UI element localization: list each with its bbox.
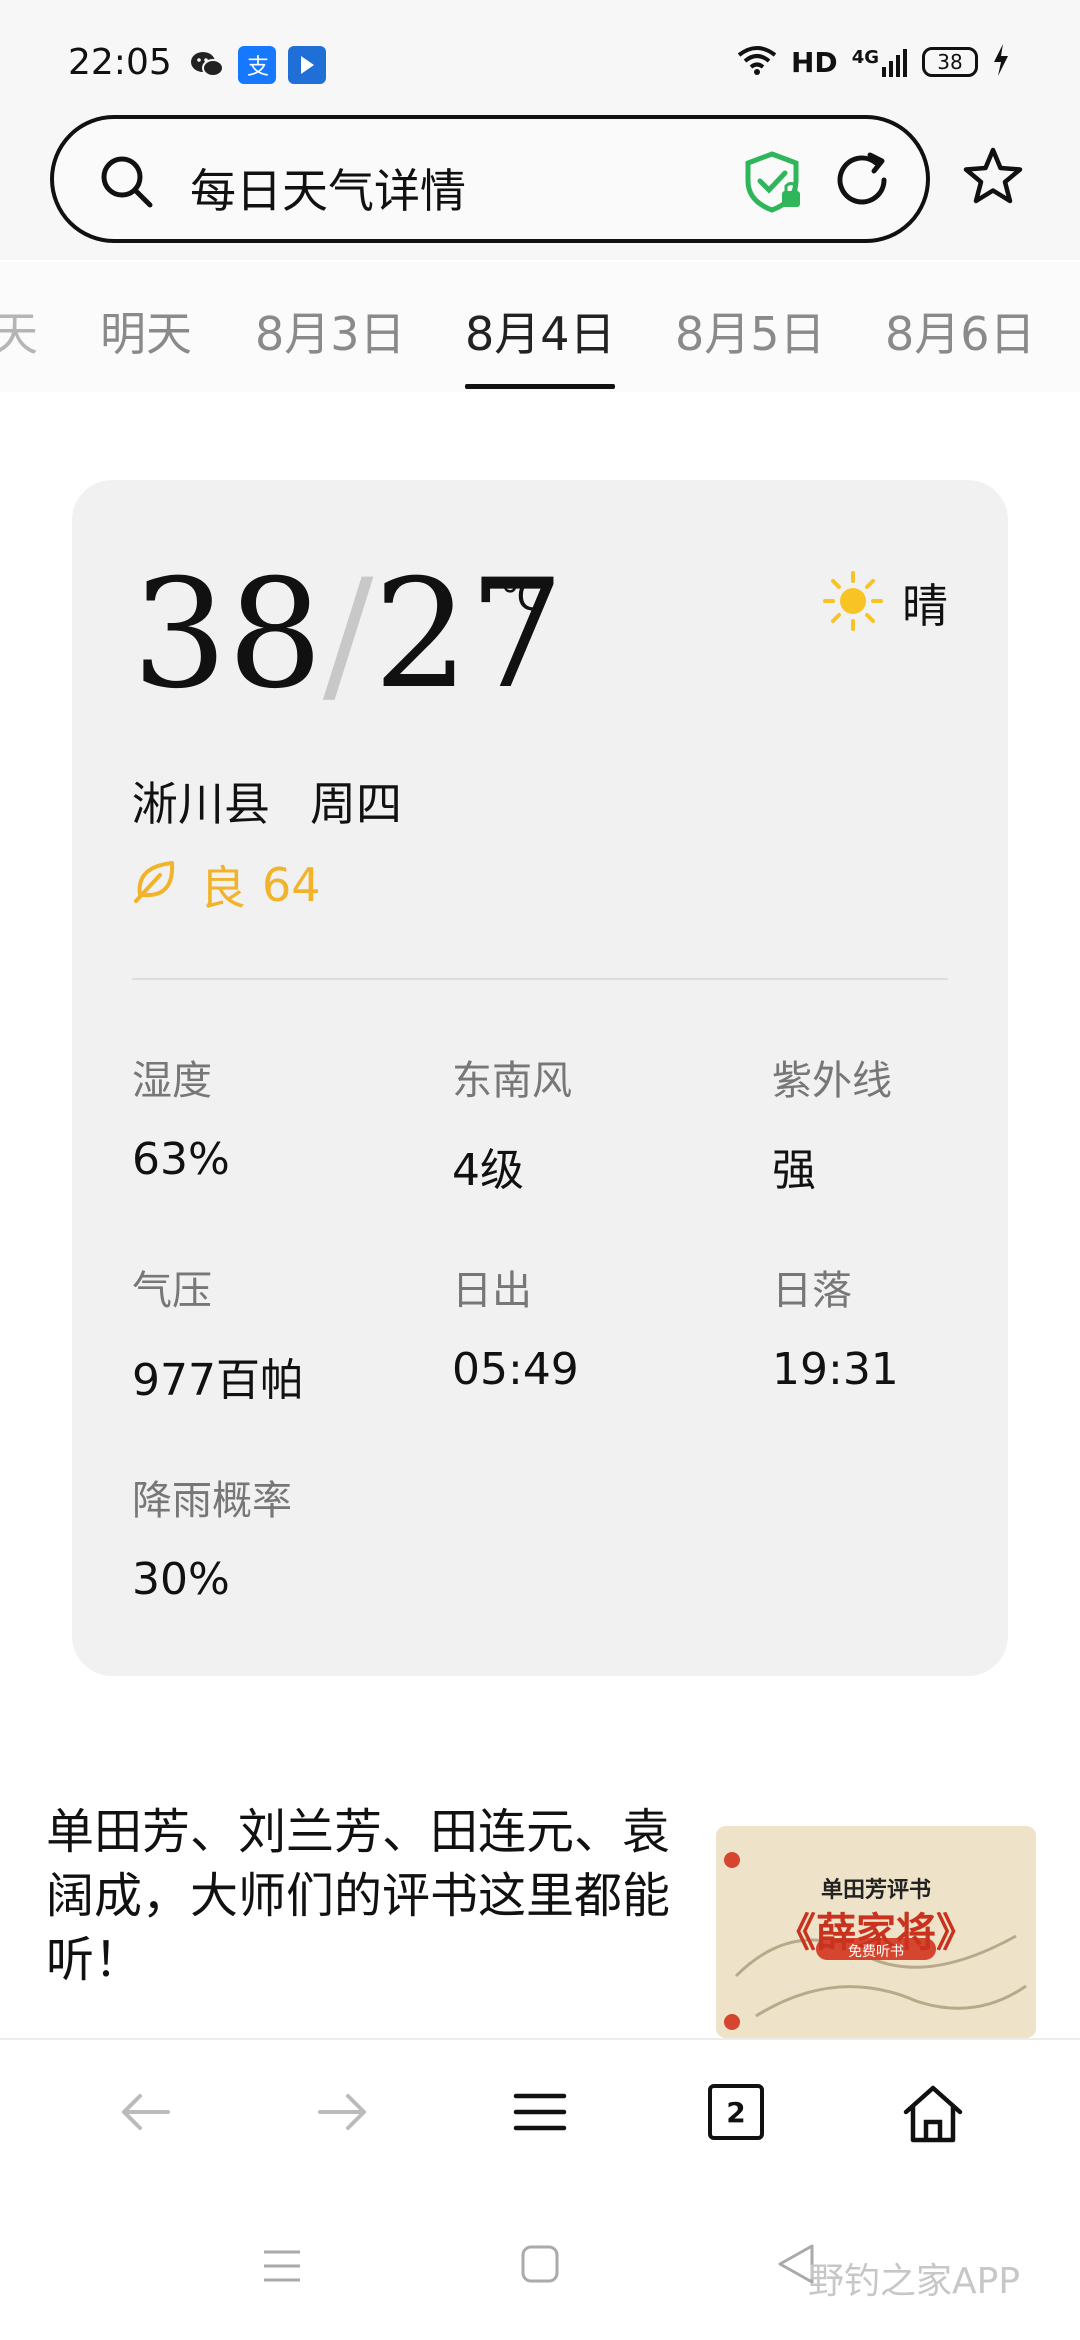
metric-value: 30% — [132, 1554, 230, 1605]
alipay-icon: 支 — [238, 46, 276, 84]
metric-humidity: 湿度 63% — [132, 1048, 432, 1185]
tab-aug-6[interactable]: 8月6日 — [885, 298, 1036, 364]
metric-sunrise: 日出 05:49 — [452, 1258, 752, 1395]
metric-value: 19:31 — [772, 1344, 899, 1395]
tab-aug-3[interactable]: 8月3日 — [255, 298, 406, 364]
metric-value: 977百帕 — [132, 1355, 304, 1406]
search-input[interactable]: 每日天气详情 — [50, 115, 930, 243]
tab-aug-4[interactable]: 8月4日 — [465, 298, 616, 364]
battery-level: 38 — [937, 50, 963, 74]
metric-value: 63% — [132, 1134, 230, 1185]
home-icon[interactable] — [902, 2084, 964, 2148]
wifi-icon — [737, 45, 777, 79]
tab-aug-5[interactable]: 8月5日 — [675, 298, 826, 364]
refresh-icon[interactable] — [834, 149, 894, 215]
air-quality[interactable]: 良 64 — [132, 852, 321, 918]
location-line: 淅川县 周四 — [132, 768, 402, 834]
status-bar: 22:05 支 HD 4G 38 — [0, 0, 1080, 110]
tab-tomorrow[interactable]: 明天 — [100, 298, 192, 364]
sun-icon — [822, 570, 884, 636]
news-headline[interactable]: 单田芳、刘兰芳、田连元、袁阔成，大师们的评书这里都能听！ — [46, 1800, 686, 1992]
browser-toolbar: 2 — [0, 2038, 1080, 2188]
metric-value: 05:49 — [452, 1344, 579, 1395]
svg-text:支: 支 — [247, 55, 269, 80]
metric-uv: 紫外线 强 — [772, 1048, 1072, 1198]
metric-label: 日出 — [452, 1268, 532, 1314]
temp-high: 38 — [132, 548, 323, 722]
address-bar-area: 每日天气详情 — [0, 110, 1080, 260]
shield-icon[interactable] — [744, 151, 804, 217]
weekday: 周四 — [310, 777, 402, 831]
metric-label: 紫外线 — [772, 1058, 892, 1104]
metric-sunset: 日落 19:31 — [772, 1258, 1072, 1395]
charging-icon — [992, 44, 1010, 80]
watermark-text: 野钓之家APP — [808, 2261, 1021, 2302]
recent-apps-icon[interactable] — [262, 2248, 302, 2288]
thumb-badge: 免费听书 — [848, 1944, 904, 1960]
cellular-label: 4G — [851, 47, 879, 68]
star-icon[interactable] — [962, 146, 1024, 210]
weather-card: 38/27 ℃ 晴 淅川县 周四 良 64 湿度 63% 东南风 4级 紫外线 … — [72, 480, 1008, 1676]
weather-condition: 晴 — [822, 570, 948, 636]
metric-label: 降雨概率 — [132, 1478, 292, 1524]
battery-icon: 38 — [922, 47, 978, 77]
leaf-icon — [132, 857, 178, 914]
system-navigation: 野钓之家APP — [0, 2190, 1080, 2340]
metric-label: 东南风 — [452, 1058, 572, 1104]
aqi-label: 良 — [200, 861, 246, 915]
search-query[interactable]: 每日天气详情 — [190, 155, 466, 221]
temp-separator: / — [322, 548, 374, 722]
news-thumbnail[interactable]: 单田芳评书 《薛家将》 免费听书 — [716, 1826, 1036, 2038]
forward-icon[interactable] — [314, 2084, 370, 2144]
status-indicators: HD 4G 38 — [737, 44, 1010, 80]
card-divider — [132, 978, 948, 980]
metric-label: 气压 — [132, 1268, 212, 1314]
status-time: 22:05 — [68, 42, 172, 83]
metric-label: 日落 — [772, 1268, 852, 1314]
home-nav-icon[interactable] — [520, 2244, 560, 2288]
signal-icon: 4G — [852, 47, 908, 77]
metric-rain-chance: 降雨概率 30% — [132, 1468, 432, 1605]
metric-value: 4级 — [452, 1145, 524, 1196]
date-tabs: 天 明天 8月3日 8月4日 8月5日 8月6日 — [0, 262, 1080, 392]
temp-unit: ℃ — [500, 574, 545, 620]
metric-pressure: 气压 977百帕 — [132, 1258, 432, 1408]
wechat-icon — [188, 46, 226, 84]
back-icon[interactable] — [118, 2084, 174, 2144]
status-app-icons: 支 — [188, 46, 326, 84]
tab-count: 2 — [726, 2095, 746, 2129]
condition-text: 晴 — [902, 579, 948, 633]
metric-wind: 东南风 4级 — [452, 1048, 752, 1198]
aqi-value: 64 — [262, 858, 321, 912]
location-name: 淅川县 — [132, 777, 270, 831]
network-hd-label: HD — [791, 45, 838, 79]
tabs-icon[interactable]: 2 — [708, 2084, 764, 2140]
search-icon[interactable] — [98, 153, 154, 213]
metric-value: 强 — [772, 1145, 816, 1196]
active-tab-indicator — [465, 384, 615, 389]
menu-icon[interactable] — [512, 2084, 568, 2144]
metric-label: 湿度 — [132, 1058, 212, 1104]
tab-today[interactable]: 天 — [0, 298, 38, 364]
app-icon — [288, 46, 326, 84]
